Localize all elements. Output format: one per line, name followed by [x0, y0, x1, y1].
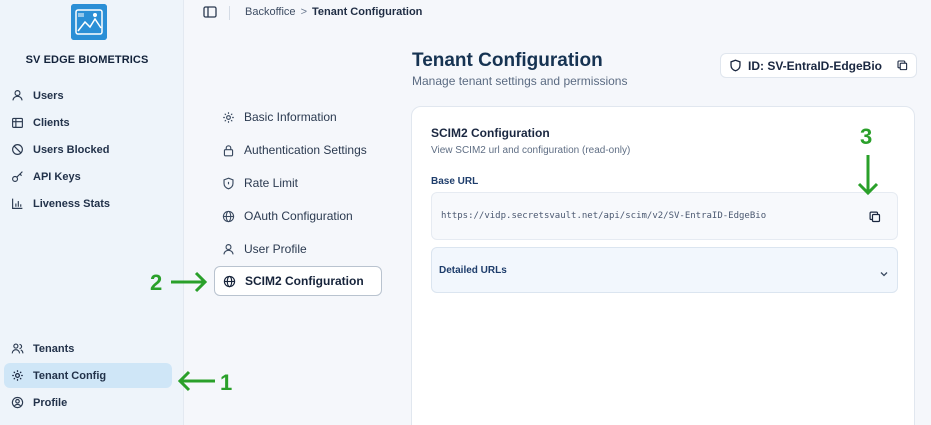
globe-icon — [223, 275, 236, 288]
chart-icon — [10, 197, 24, 211]
settings-item-basic-information[interactable]: Basic Information — [214, 102, 382, 132]
base-url-box: https://vidp.secretsvault.net/api/scim/v… — [431, 192, 898, 240]
scim2-configuration-card: SCIM2 Configuration View SCIM2 url and c… — [411, 106, 915, 425]
sidebar-item-label: Liveness Stats — [33, 197, 111, 210]
base-url-label: Base URL — [431, 176, 479, 187]
sidebar-item-label: Tenant Config — [33, 369, 107, 382]
shield-icon — [729, 59, 742, 72]
sidebar-item-label: Tenants — [33, 342, 75, 355]
settings-item-label: Rate Limit — [244, 176, 299, 190]
card-title: SCIM2 Configuration — [431, 126, 550, 140]
sidebar-toggle-icon[interactable] — [203, 5, 217, 19]
annotation-number-1: 1 — [220, 370, 233, 395]
topbar: Backoffice > Tenant Configuration — [185, 0, 931, 26]
annotation-number-3: 3 — [860, 124, 873, 149]
settings-item-label: Basic Information — [244, 110, 337, 124]
ban-icon — [10, 143, 24, 157]
gear-icon — [10, 369, 24, 383]
key-icon — [10, 170, 24, 184]
annotation-arrow-left-icon — [177, 370, 215, 392]
sidebar-item-users-blocked[interactable]: Users Blocked — [4, 137, 172, 162]
divider — [229, 6, 230, 20]
settings-item-user-profile[interactable]: User Profile — [214, 234, 382, 264]
detailed-urls-label: Detailed URLs — [439, 265, 507, 276]
annotation-arrow-down-icon — [857, 155, 879, 196]
sidebar-item-clients[interactable]: Clients — [4, 110, 172, 135]
annotation-number-2: 2 — [150, 270, 163, 295]
breadcrumb: Backoffice > Tenant Configuration — [245, 6, 422, 18]
sidebar-item-label: Users Blocked — [33, 143, 110, 156]
breadcrumb-current: Tenant Configuration — [312, 6, 423, 18]
sidebar-item-tenants[interactable]: Tenants — [4, 336, 172, 361]
sidebar-item-label: Profile — [33, 396, 68, 409]
breadcrumb-parent[interactable]: Backoffice — [245, 6, 296, 18]
shield-icon — [222, 177, 235, 190]
page-title: Tenant Configuration — [412, 50, 603, 71]
settings-item-label: OAuth Configuration — [244, 209, 353, 223]
sidebar-item-label: Clients — [33, 116, 70, 129]
brand-name: SV EDGE BIOMETRICS — [25, 54, 149, 66]
sidebar-item-tenant-config[interactable]: Tenant Config — [4, 363, 172, 388]
settings-item-rate-limit[interactable]: Rate Limit — [214, 168, 382, 198]
building-icon — [10, 116, 24, 130]
detailed-urls-accordion[interactable]: Detailed URLs — [431, 247, 898, 293]
brand-logo[interactable] — [71, 4, 107, 40]
settings-item-scim2-configuration[interactable]: SCIM2 Configuration — [214, 266, 382, 296]
user-icon — [10, 89, 24, 103]
sidebar-item-liveness-stats[interactable]: Liveness Stats — [4, 191, 172, 216]
tenant-id-badge: ID: SV-EntraID-EdgeBio — [720, 53, 917, 78]
sidebar-item-label: API Keys — [33, 170, 81, 183]
user-circle-icon — [10, 396, 24, 410]
settings-item-label: User Profile — [244, 242, 307, 256]
copy-icon[interactable] — [897, 60, 908, 71]
chevron-down-icon — [879, 266, 889, 277]
page-subtitle: Manage tenant settings and permissions — [412, 74, 628, 88]
lock-icon — [222, 144, 235, 157]
settings-item-authentication-settings[interactable]: Authentication Settings — [214, 135, 382, 165]
annotation-arrow-right-icon — [171, 271, 208, 293]
settings-item-label: SCIM2 Configuration — [245, 274, 364, 288]
sidebar: SV EDGE BIOMETRICS Users Clients Users B… — [0, 0, 184, 425]
globe-icon — [222, 210, 235, 223]
sidebar-item-users[interactable]: Users — [4, 83, 172, 108]
sidebar-item-api-keys[interactable]: API Keys — [4, 164, 172, 189]
settings-item-oauth-configuration[interactable]: OAuth Configuration — [214, 201, 382, 231]
users-icon — [10, 342, 24, 356]
user-icon — [222, 243, 235, 256]
gear-icon — [222, 111, 235, 124]
settings-item-label: Authentication Settings — [244, 143, 367, 157]
base-url-value: https://vidp.secretsvault.net/api/scim/v… — [441, 211, 767, 221]
card-description: View SCIM2 url and configuration (read-o… — [431, 145, 631, 156]
tenant-id-text: ID: SV-EntraID-EdgeBio — [748, 58, 883, 73]
sidebar-item-profile[interactable]: Profile — [4, 390, 172, 415]
breadcrumb-separator: > — [300, 6, 307, 18]
copy-icon[interactable] — [869, 210, 881, 223]
sidebar-item-label: Users — [33, 89, 64, 102]
